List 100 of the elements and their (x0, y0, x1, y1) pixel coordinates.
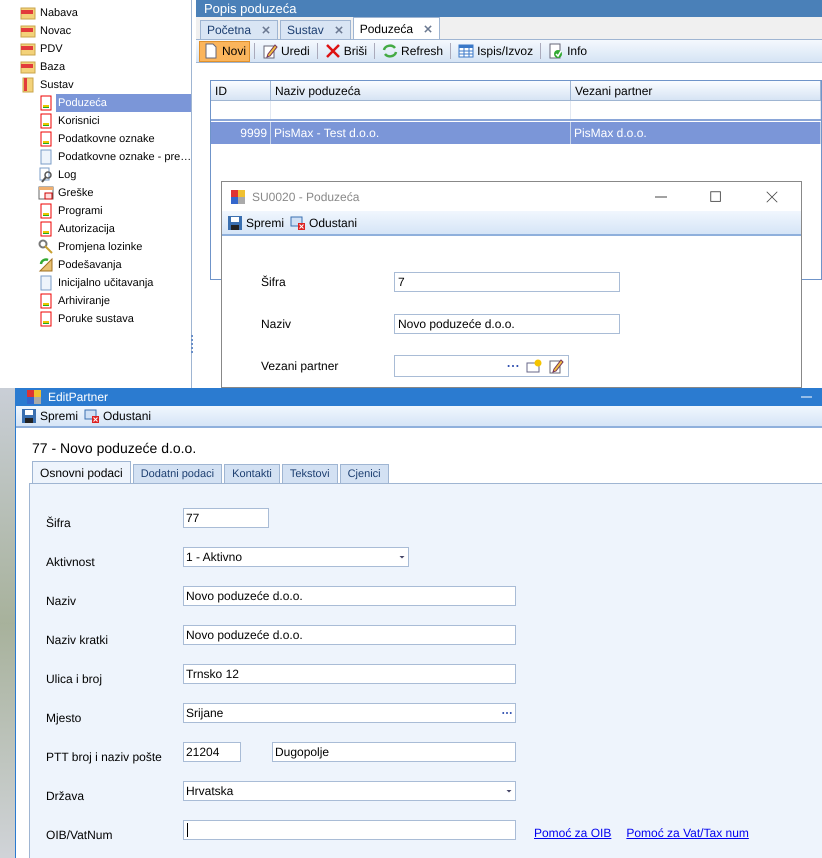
field-label: Naziv kratki (46, 632, 110, 649)
field-label: Šifra (261, 274, 287, 291)
form-heading: 77 - Novo poduzeće d.o.o. (32, 439, 196, 458)
toolbar-button[interactable]: Info (545, 40, 590, 62)
ruler-icon (38, 257, 54, 273)
field-label: OIB/VatNum (46, 827, 114, 844)
field-label: Naziv (261, 316, 292, 333)
tab[interactable]: Početna (200, 20, 278, 39)
document-icon (38, 113, 54, 129)
document-icon (38, 203, 54, 219)
tab[interactable]: Tekstovi (282, 464, 338, 483)
tree-item[interactable]: Promjena lozinke (56, 238, 191, 256)
tree-item[interactable]: Podešavanja (56, 256, 191, 274)
splitter-handle[interactable] (191, 335, 194, 353)
tab[interactable]: Sustav (280, 20, 351, 39)
tab[interactable]: Cjenici (340, 464, 389, 483)
input-field[interactable]: Novo poduzeće d.o.o. (183, 586, 516, 606)
input-field[interactable]: Dugopolje (272, 742, 516, 762)
input-field[interactable]: 21204 (183, 742, 241, 762)
maximize-icon (709, 190, 723, 204)
document-icon (38, 149, 54, 165)
refresh-icon (382, 43, 398, 59)
field-label: Naziv (46, 593, 78, 610)
window-title: Popis poduzeća (204, 1, 297, 16)
column-header[interactable]: ID (211, 81, 271, 100)
new-card-icon (526, 358, 542, 374)
lookup-field[interactable]: Srijane (183, 703, 516, 723)
lookup-field[interactable] (394, 355, 569, 377)
tree-item[interactable]: Programi (56, 202, 191, 220)
field-label: Ulica i broj (46, 671, 104, 688)
tree-item[interactable]: Greške (56, 184, 191, 202)
close-icon (423, 24, 434, 34)
field-label: Aktivnost (46, 554, 96, 571)
floppy-icon (227, 214, 243, 230)
input-field[interactable]: Novo poduzeće d.o.o. (183, 625, 516, 645)
field-label: Mjesto (46, 710, 82, 727)
field-label: Šifra (46, 515, 72, 532)
tree-item[interactable]: Poruke sustava (56, 310, 191, 328)
tree-item[interactable]: Novac (39, 22, 72, 40)
table-cell: PisMax - Test d.o.o. (271, 122, 571, 144)
tab[interactable]: Kontakti (224, 464, 280, 483)
tree-item[interactable]: Log (56, 166, 191, 184)
input-field[interactable]: Trnsko 12 (183, 664, 516, 684)
close-icon (261, 25, 272, 35)
field-label: PTT broj i naziv pošte (46, 749, 163, 766)
floppy-icon (21, 408, 37, 424)
tree-item[interactable]: PDV (39, 40, 64, 58)
document-icon (38, 311, 54, 327)
column-header[interactable]: Naziv poduzeća (271, 81, 571, 100)
document-icon (38, 131, 54, 147)
tree-item[interactable]: Korisnici (56, 112, 191, 130)
app-icon (230, 188, 246, 204)
toolbar-button[interactable]: Spremi (227, 212, 284, 232)
pencil-icon (262, 43, 278, 59)
toolbar-button[interactable]: Novi (199, 40, 250, 62)
input-field[interactable]: 7 (394, 272, 620, 292)
close-icon (765, 190, 779, 204)
tab[interactable]: Poduzeća (352, 17, 440, 39)
tab[interactable]: Osnovni podaci (32, 461, 131, 483)
field-label: Vezani partner (261, 358, 340, 375)
window-close-icon (290, 214, 306, 230)
column-header[interactable]: Vezani partner (571, 81, 821, 100)
window-close-icon (84, 408, 100, 424)
tab[interactable]: Dodatni podaci (132, 464, 222, 483)
help-link[interactable]: Pomoć za Vat/Tax num (626, 824, 749, 842)
input-field[interactable]: Novo poduzeće d.o.o. (394, 314, 620, 334)
toolbar-button[interactable]: Refresh (379, 40, 446, 62)
close-icon (334, 25, 344, 35)
window-title: EditPartner (48, 389, 110, 406)
tree-item[interactable]: Baza (39, 58, 66, 76)
pencil-icon (548, 358, 564, 374)
tree-item[interactable]: Autorizacija (56, 220, 191, 238)
document-icon (203, 43, 219, 59)
minimize-icon[interactable] (655, 196, 667, 198)
toolbar-button[interactable]: Spremi (21, 406, 78, 426)
checklist-icon (548, 43, 564, 59)
tree-item[interactable]: Podatkovne oznake - pre… (56, 148, 194, 166)
table-icon (458, 43, 474, 59)
window-title: SU0020 - Poduzeća (252, 188, 360, 206)
toolbar-button[interactable]: Briši (322, 40, 370, 62)
input-field[interactable]: 77 (183, 508, 269, 528)
field-label: Država (46, 788, 86, 805)
help-link[interactable]: Pomoć za OIB (534, 824, 612, 842)
input-field[interactable] (183, 820, 516, 840)
tree-item[interactable]: Arhiviranje (56, 292, 191, 310)
toolbar-button[interactable]: Odustani (290, 212, 358, 232)
document-icon (38, 95, 54, 111)
tree-item[interactable]: Nabava (39, 4, 79, 22)
toolbar-button[interactable]: Ispis/Izvoz (455, 40, 536, 62)
tree-item[interactable]: Podatkovne oznake (56, 130, 191, 148)
cross-icon (324, 43, 341, 59)
tree-item[interactable]: Sustav (39, 76, 75, 94)
tree-item[interactable]: Inicijalno učitavanja (56, 274, 191, 292)
dropdown[interactable]: 1 - Aktivno (183, 547, 409, 567)
dropdown[interactable]: Hrvatska (183, 781, 516, 801)
caret-icon (505, 787, 513, 795)
caret-icon (398, 553, 406, 561)
toolbar-button[interactable]: Uredi (259, 40, 313, 62)
document-icon (38, 221, 54, 237)
toolbar-button[interactable]: Odustani (84, 406, 152, 426)
